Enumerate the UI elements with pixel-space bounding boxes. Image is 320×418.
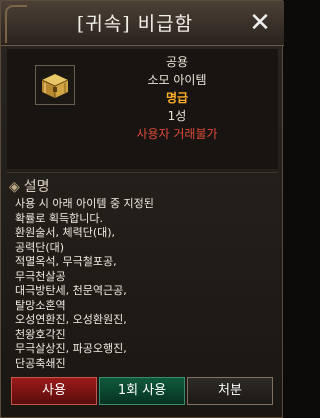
use-button[interactable]: 사용: [11, 377, 97, 405]
item-type: 소모 아이템: [147, 73, 207, 87]
ornament-icon: [5, 5, 27, 43]
description-line: 공력단(대): [15, 240, 65, 254]
item-grade: 명급: [165, 91, 189, 105]
description-line: 적멸옥석, 무극철포공,: [15, 255, 117, 268]
item-tooltip-window: [귀속] 비급함 ✕ 공용 소모 아이템 명급 1성 사용자 거래불가 ◈ 설명…: [0, 0, 284, 418]
item-meta: 공용 소모 아이템 명급 1성 사용자 거래불가: [87, 53, 267, 143]
discard-button[interactable]: 처분: [187, 377, 273, 405]
description-line: 대극방탄세, 천문역근공,: [15, 284, 127, 297]
close-icon[interactable]: ✕: [246, 9, 274, 37]
title-bar[interactable]: [귀속] 비급함 ✕: [1, 1, 284, 46]
description-line: 탈망소혼역: [15, 298, 66, 312]
description-line: 무극살상진, 파공오행진,: [15, 342, 127, 355]
diamond-icon: ◈: [9, 179, 20, 195]
description-line: 무극천살공: [15, 269, 66, 283]
description-line: 오성연환진, 오성환원진,: [15, 313, 127, 326]
description-header: ◈ 설명: [9, 177, 50, 197]
item-category: 공용: [165, 55, 189, 69]
divider: [7, 172, 278, 173]
window-title: [귀속] 비급함: [76, 13, 194, 35]
item-slot[interactable]: [35, 65, 75, 105]
description-text: 사용 시 아래 아이템 중 지정된 확률로 획득합니다. 환원술서, 체력단(대…: [15, 197, 271, 371]
description-line: 사용 시 아래 아이템 중 지정된: [15, 197, 154, 210]
description-header-label: 설명: [23, 179, 50, 195]
description-line: 천왕호각진: [15, 327, 66, 341]
trade-restriction: 사용자 거래불가: [136, 127, 218, 141]
description-line: 확률로 획득합니다.: [15, 211, 103, 225]
item-info-panel: 공용 소모 아이템 명급 1성 사용자 거래불가: [7, 49, 278, 169]
description-line: 환원술서, 체력단(대),: [15, 226, 116, 239]
golden-treasure-chest-icon: [36, 66, 74, 104]
action-buttons: 사용 1회 사용 처분: [1, 373, 284, 413]
description-line: 단공축쇄진: [15, 356, 66, 370]
use-once-button[interactable]: 1회 사용: [99, 377, 185, 405]
item-stars: 1성: [167, 109, 187, 123]
